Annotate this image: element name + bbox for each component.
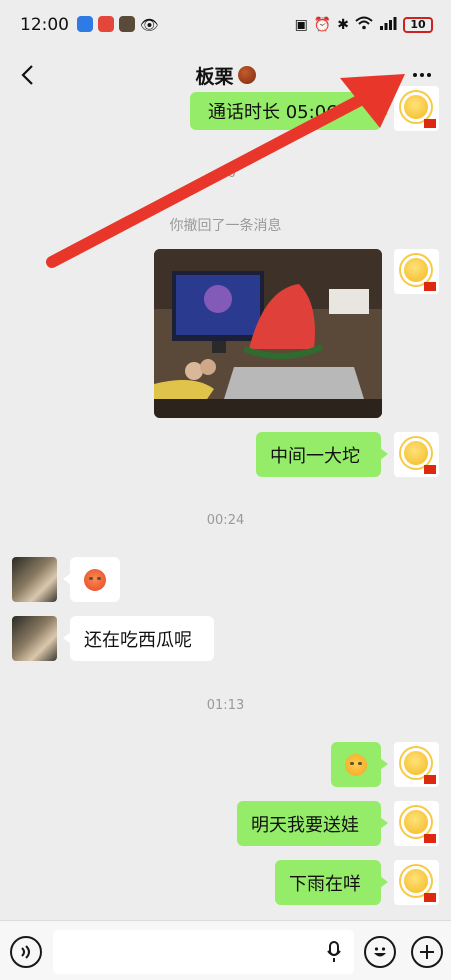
app-notification-icon bbox=[77, 16, 93, 32]
sun-avatar-icon bbox=[404, 810, 428, 834]
message-bubble[interactable]: 下雨在咩 bbox=[275, 860, 388, 905]
message-bubble-emoji[interactable] bbox=[63, 557, 120, 602]
sleepy-emoji-icon bbox=[345, 753, 367, 776]
more-options-button[interactable] bbox=[409, 62, 435, 88]
my-avatar[interactable] bbox=[394, 801, 439, 846]
flag-icon bbox=[424, 119, 436, 128]
voice-icon bbox=[21, 945, 30, 959]
signal-icon bbox=[379, 16, 397, 34]
message-bubble-emoji[interactable] bbox=[331, 742, 388, 787]
chat-title-text: 板栗 bbox=[195, 65, 234, 88]
my-avatar[interactable] bbox=[394, 249, 439, 294]
status-time: 12:00 bbox=[20, 15, 69, 35]
mic-icon[interactable] bbox=[327, 941, 341, 963]
flag-icon bbox=[424, 282, 436, 291]
battery-icon: 10 bbox=[403, 17, 433, 33]
red-arrow-annotation bbox=[46, 74, 405, 268]
image-message[interactable] bbox=[154, 249, 382, 418]
input-bar bbox=[0, 920, 451, 980]
more-dots-icon bbox=[413, 73, 417, 77]
my-avatar[interactable] bbox=[394, 860, 439, 905]
system-icons: ▣ ⏰ ✱ 10 bbox=[295, 16, 433, 34]
message-text: 下雨在咩 bbox=[289, 873, 361, 895]
my-avatar[interactable] bbox=[394, 432, 439, 477]
message-input[interactable] bbox=[53, 930, 354, 974]
chestnut-emoji-icon bbox=[237, 66, 256, 84]
flag-icon bbox=[424, 893, 436, 902]
sun-avatar-icon bbox=[404, 441, 428, 465]
contact-avatar[interactable] bbox=[12, 616, 57, 661]
sun-avatar-icon bbox=[404, 751, 428, 775]
plus-button[interactable] bbox=[411, 936, 443, 968]
sun-avatar-icon bbox=[404, 95, 428, 119]
status-bar: 12:00 👁 ▣ ⏰ ✱ 10 bbox=[0, 0, 451, 50]
blushing-emoji-icon bbox=[84, 568, 106, 591]
back-button[interactable] bbox=[12, 60, 42, 90]
app-notification-icon bbox=[98, 16, 114, 32]
recalled-notice: 你撤回了一条消息 bbox=[169, 218, 282, 234]
flag-icon bbox=[424, 465, 436, 474]
timestamp: 01:13 bbox=[206, 698, 245, 713]
message-text: 明天我要送娃 bbox=[251, 814, 359, 836]
alarm-icon: ⏰ bbox=[313, 17, 332, 33]
message-bubble[interactable]: 还在吃西瓜呢 bbox=[63, 616, 214, 661]
message-bubble[interactable]: 中间一大坨 bbox=[256, 432, 388, 477]
nfc-icon: ▣ bbox=[294, 17, 308, 33]
flag-icon bbox=[424, 834, 436, 843]
bluetooth-icon: ✱ bbox=[337, 17, 349, 33]
message-bubble[interactable]: 明天我要送娃 bbox=[237, 801, 388, 846]
sun-avatar-icon bbox=[404, 869, 428, 893]
voice-button[interactable] bbox=[10, 936, 42, 968]
message-bubble-call[interactable]: 通话时长 05:06 bbox=[190, 92, 388, 130]
chat-title: 板栗 bbox=[195, 62, 256, 89]
chevron-left-icon bbox=[21, 65, 33, 85]
emoji-button[interactable] bbox=[364, 936, 396, 968]
wifi-icon bbox=[355, 16, 373, 34]
eye-icon: 👁 bbox=[140, 16, 160, 34]
watermelon-photo bbox=[154, 249, 382, 418]
app-notification-icon bbox=[119, 16, 135, 32]
timestamp: :20 bbox=[215, 166, 236, 181]
message-text: 还在吃西瓜呢 bbox=[84, 629, 192, 651]
my-avatar[interactable] bbox=[394, 86, 439, 131]
notification-icons: 👁 bbox=[77, 16, 159, 34]
sun-avatar-icon bbox=[404, 258, 428, 282]
flag-icon bbox=[424, 775, 436, 784]
plus-icon bbox=[420, 945, 434, 959]
contact-avatar[interactable] bbox=[12, 557, 57, 602]
message-text: 通话时长 05:06 bbox=[208, 102, 338, 123]
timestamp: 00:24 bbox=[206, 513, 245, 528]
emoji-icon bbox=[374, 947, 386, 957]
my-avatar[interactable] bbox=[394, 742, 439, 787]
message-text: 中间一大坨 bbox=[270, 445, 360, 467]
